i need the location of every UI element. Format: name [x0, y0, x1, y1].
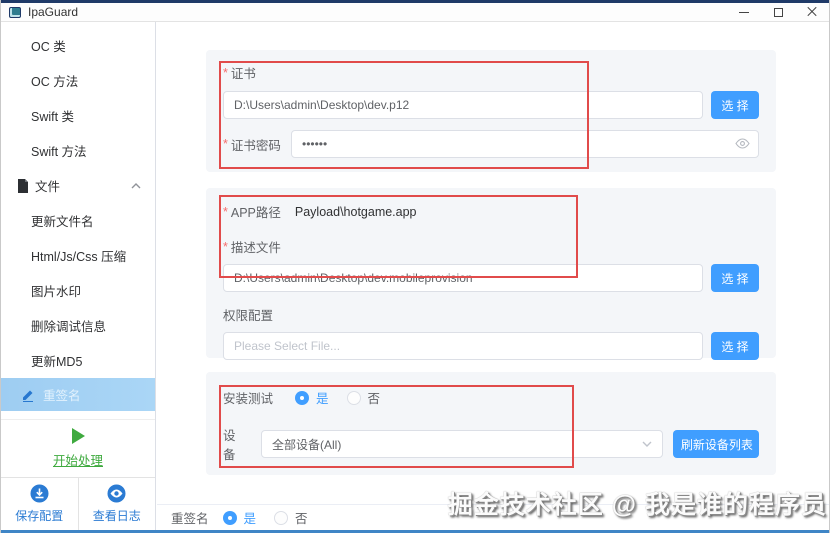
main-content: * 证书 选 择 * 证书密码 — [157, 22, 829, 530]
profile-select-button[interactable]: 选 择 — [711, 264, 759, 292]
sidebar-item-label: 更新MD5 — [31, 355, 83, 369]
resign-yes-label[interactable]: 是 — [244, 508, 257, 527]
save-config-button[interactable]: 保存配置 — [1, 478, 79, 530]
device-select[interactable]: 全部设备(All) — [261, 430, 664, 458]
sidebar-footer: 保存配置 查看日志 — [1, 477, 155, 530]
cert-password-input[interactable] — [291, 130, 759, 158]
sidebar-item-resign[interactable]: 重签名 — [1, 378, 155, 411]
close-icon — [807, 7, 817, 17]
app-icon — [9, 6, 21, 18]
sidebar-item-label: 更新文件名 — [31, 215, 94, 229]
certificate-path-input[interactable] — [223, 91, 703, 119]
required-marker: * — [223, 65, 228, 80]
app-window: IpaGuard OC 类 OC 方法 Swift 类 Swift 方法 文件 … — [0, 0, 830, 533]
refresh-device-list-button[interactable]: 刷新设备列表 — [672, 430, 759, 458]
sidebar-item-label: Swift 类 — [31, 110, 75, 124]
entitlements-select-button[interactable]: 选 择 — [711, 332, 759, 360]
sidebar-item-update-md5[interactable]: 更新MD5 — [1, 343, 155, 378]
play-icon — [71, 428, 85, 444]
sidebar-item-oc-class[interactable]: OC 类 — [1, 28, 155, 63]
required-marker: * — [223, 239, 228, 254]
device-select-value: 全部设备(All) — [272, 437, 342, 452]
sidebar-item-label: Html/Js/Css 压缩 — [31, 250, 127, 264]
resign-label: 重签名 — [171, 512, 209, 526]
close-button[interactable] — [795, 3, 829, 21]
install-test-radio-no[interactable] — [346, 390, 361, 405]
sidebar-item-label: OC 类 — [31, 40, 66, 54]
app-path-label: APP路径 — [230, 206, 281, 220]
file-icon — [18, 178, 28, 193]
chevron-up-icon — [131, 183, 141, 189]
sidebar-item-label: 文件 — [35, 180, 61, 194]
sidebar-item-update-filename[interactable]: 更新文件名 — [1, 203, 155, 238]
resign-radio-no[interactable] — [274, 510, 289, 525]
view-log-label: 查看日志 — [92, 509, 141, 523]
chevron-down-icon — [642, 441, 652, 447]
edit-pen-icon — [23, 390, 33, 402]
eye-circle-icon — [107, 484, 126, 503]
sidebar-item-swift-class[interactable]: Swift 类 — [1, 98, 155, 133]
sidebar-item-label: 图片水印 — [31, 285, 82, 299]
install-test-label: 安装测试 — [223, 392, 274, 406]
sidebar-item-label: Swift 方法 — [31, 145, 87, 159]
start-processing-button[interactable]: 开始处理 — [1, 419, 155, 477]
window-controls — [727, 3, 829, 21]
app-path-value: Payload\hotgame.app — [294, 204, 417, 219]
profile-path-input[interactable] — [223, 264, 703, 292]
install-test-no-label[interactable]: 否 — [368, 388, 381, 407]
sidebar-item-label: 删除调试信息 — [31, 320, 107, 334]
sidebar: OC 类 OC 方法 Swift 类 Swift 方法 文件 更新文件名 Htm… — [1, 22, 156, 530]
install-test-section: 安装测试 是 否 设备 全部设备(All) 刷新设备列表 — [206, 372, 776, 475]
save-config-label: 保存配置 — [15, 509, 64, 523]
profile-section: * APP路径 Payload\hotgame.app * 描述文件 选 择 权… — [206, 188, 776, 360]
title-bar: IpaGuard — [1, 3, 829, 22]
cert-password-label: 证书密码 — [230, 138, 281, 153]
view-log-button[interactable]: 查看日志 — [79, 478, 156, 530]
entitlements-label: 权限配置 — [223, 309, 274, 323]
maximize-icon — [773, 7, 783, 17]
install-test-yes-label[interactable]: 是 — [316, 388, 329, 407]
sidebar-item-remove-debug-info[interactable]: 删除调试信息 — [1, 308, 155, 343]
sidebar-item-label: 重签名 — [43, 389, 81, 403]
window-title: IpaGuard — [28, 5, 79, 19]
sidebar-item-label: OC 方法 — [31, 75, 79, 89]
resign-radio-yes[interactable] — [222, 510, 237, 525]
sidebar-item-oc-method[interactable]: OC 方法 — [1, 63, 155, 98]
certificate-section: * 证书 选 择 * 证书密码 — [206, 50, 776, 172]
minimize-icon — [739, 11, 749, 13]
profile-label: 描述文件 — [230, 241, 281, 255]
sidebar-nav: OC 类 OC 方法 Swift 类 Swift 方法 文件 更新文件名 Htm… — [1, 22, 155, 411]
resign-no-label[interactable]: 否 — [295, 508, 308, 527]
certificate-select-button[interactable]: 选 择 — [711, 91, 759, 119]
minimize-button[interactable] — [727, 3, 761, 21]
maximize-button[interactable] — [761, 3, 795, 21]
download-circle-icon — [30, 484, 49, 503]
eye-icon[interactable] — [735, 138, 750, 149]
entitlements-file-input[interactable] — [223, 332, 703, 360]
sidebar-group-files[interactable]: 文件 — [1, 168, 155, 203]
sidebar-item-swift-method[interactable]: Swift 方法 — [1, 133, 155, 168]
start-processing-label: 开始处理 — [52, 454, 103, 468]
install-test-radio-yes[interactable] — [295, 390, 310, 405]
sidebar-item-html-js-css-compress[interactable]: Html/Js/Css 压缩 — [1, 238, 155, 273]
resign-row: 重签名 是 否 — [157, 504, 829, 530]
certificate-label: 证书 — [230, 67, 256, 81]
sidebar-item-image-watermark[interactable]: 图片水印 — [1, 273, 155, 308]
required-marker: * — [223, 204, 228, 219]
device-label: 设备 — [223, 429, 236, 462]
required-marker: * — [223, 137, 228, 151]
